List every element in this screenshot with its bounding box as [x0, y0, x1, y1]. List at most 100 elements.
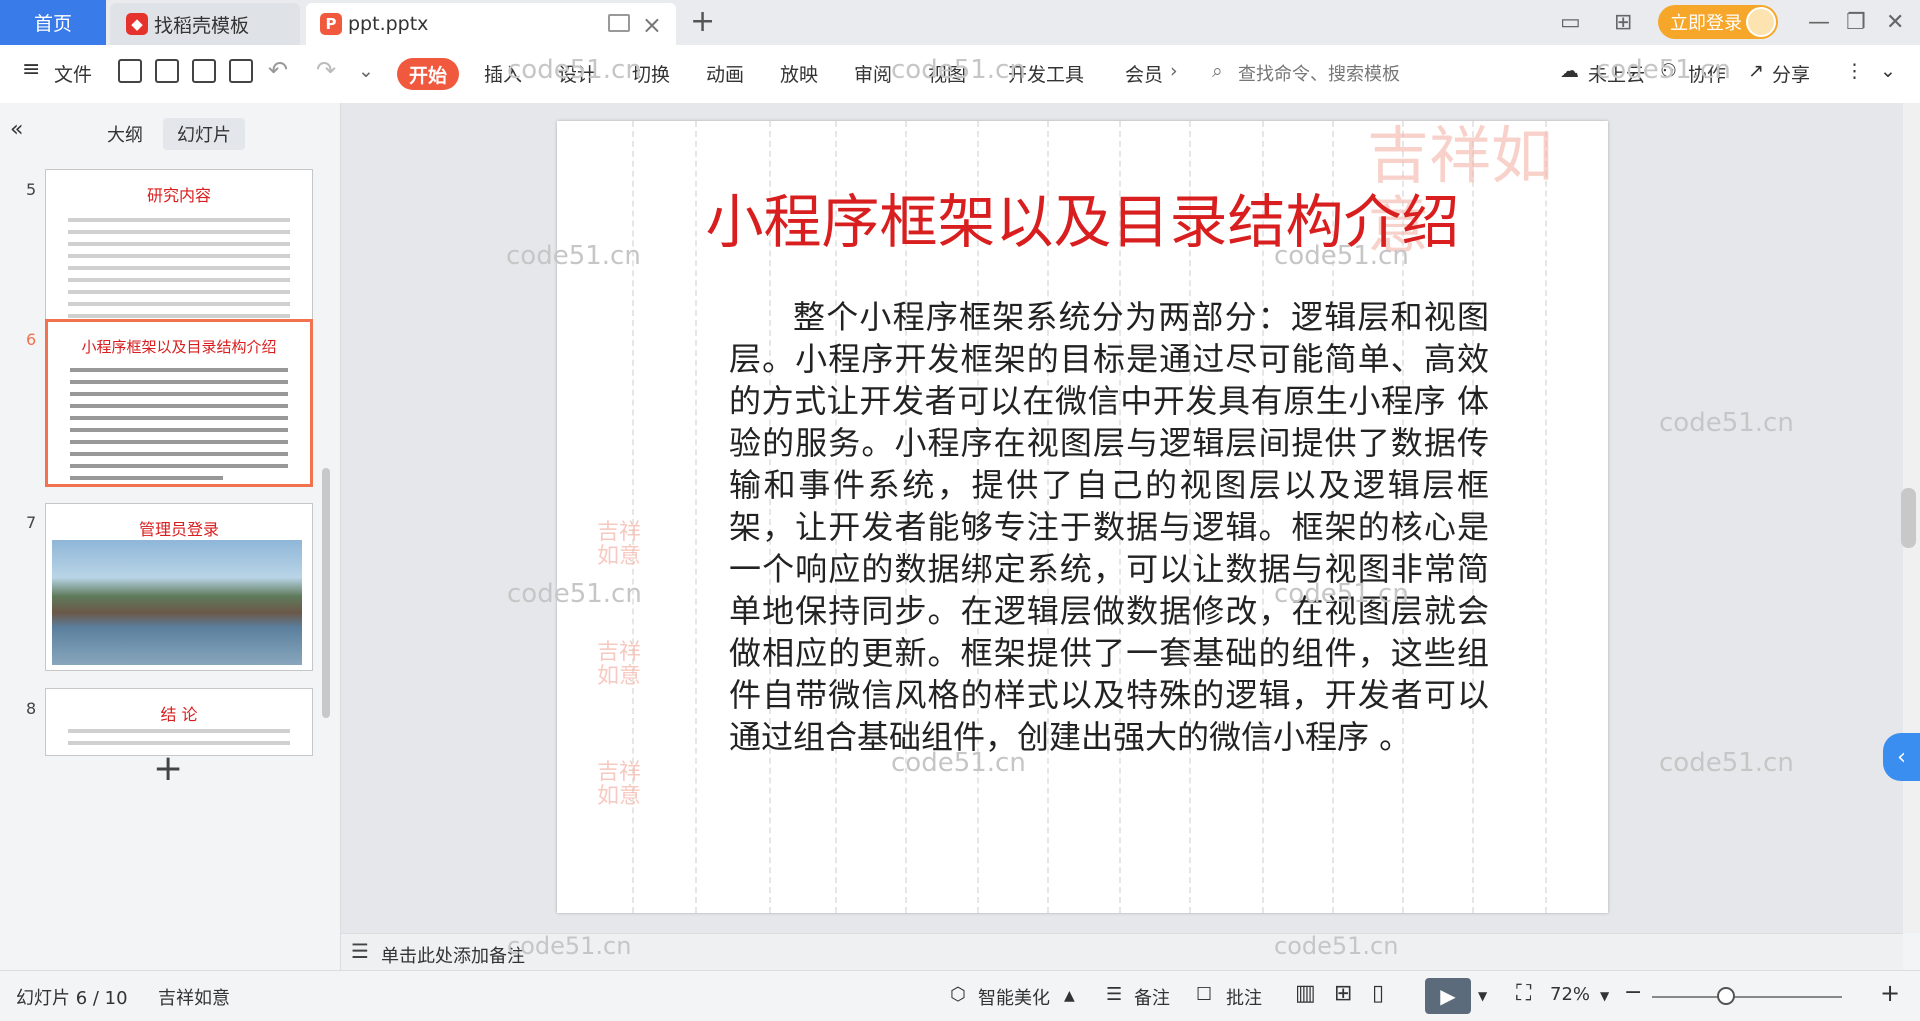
zoom-out-icon[interactable]: −	[1624, 980, 1642, 1005]
add-slide-plus-icon[interactable]: +	[153, 748, 183, 789]
zoom-slider-track[interactable]	[1652, 996, 1842, 998]
slide-thumbnail-6[interactable]: 小程序框架以及目录结构介绍	[45, 319, 313, 487]
seal-stamp-small: 吉祥如意	[597, 520, 642, 569]
thumb-title: 管理员登录	[138, 520, 219, 539]
notes-placeholder[interactable]: 单击此处添加备注	[381, 942, 525, 968]
theme-name[interactable]: 吉祥如意	[158, 984, 230, 1010]
side-panel-expand-icon[interactable]: ‹	[1883, 733, 1920, 781]
close-window-icon[interactable]: ✕	[1886, 10, 1904, 35]
thumb-title: 研究内容	[146, 186, 211, 205]
play-slideshow-button[interactable]: ▶	[1425, 978, 1471, 1014]
slide-editor: 吉祥如意 吉祥如意 吉祥如意 吉祥如意 小程序框架以及目录结构介绍 整个小程序框…	[341, 55, 1903, 933]
share-icon: ↗	[1748, 60, 1764, 82]
redo-icon[interactable]: ↷	[316, 56, 336, 84]
print-icon[interactable]	[192, 59, 216, 83]
thumb-title: 结 论	[160, 705, 198, 724]
thumb-number: 8	[26, 699, 37, 718]
tab-home-label: 首页	[33, 13, 72, 35]
login-button[interactable]: 立即登录	[1658, 5, 1778, 39]
watermark: code51.cn	[891, 748, 1026, 778]
tab-docer-label: 找稻壳模板	[154, 14, 250, 37]
slide-thumbnail-8[interactable]: 结 论	[45, 688, 313, 756]
editor-scroll-thumb[interactable]	[1901, 488, 1916, 548]
zoom-in-icon[interactable]: +	[1880, 979, 1900, 1007]
notes-toggle-button[interactable]: 备注	[1134, 984, 1170, 1010]
slide-canvas[interactable]: 吉祥如意 吉祥如意 吉祥如意 吉祥如意 小程序框架以及目录结构介绍 整个小程序框…	[557, 121, 1608, 913]
beautify-dropdown-icon[interactable]: ▲	[1064, 988, 1075, 1004]
play-dropdown-icon[interactable]: ▼	[1478, 989, 1487, 1003]
slides-panel: « 大纲 幻灯片 5 研究内容 6 小程序框架以及目录结构介绍 7 管理员登录 …	[0, 103, 341, 970]
layout-switch-icon[interactable]: ▭	[1560, 10, 1581, 35]
tab-home-start[interactable]: 开始	[397, 58, 459, 90]
tab-ppt-file[interactable]: P ppt.pptx ×	[306, 3, 676, 45]
undo-icon[interactable]: ↶	[268, 56, 288, 84]
new-tab-plus-icon[interactable]: +	[690, 4, 715, 39]
watermark: code51.cn	[1274, 932, 1399, 960]
export-pdf-icon[interactable]	[155, 59, 179, 83]
collapse-panel-icon[interactable]: «	[10, 117, 23, 142]
watermark: code51.cn	[891, 55, 1026, 85]
watermark: code51.cn	[507, 579, 642, 609]
thumb-number: 7	[26, 513, 37, 532]
tab-member[interactable]: 会员	[1125, 60, 1163, 87]
file-menu[interactable]: 文件	[54, 60, 92, 87]
print-preview-icon[interactable]	[229, 59, 253, 83]
thumb-photo	[52, 540, 302, 665]
beautify-icon: ⬡	[950, 984, 966, 1005]
watermark: code51.cn	[1274, 241, 1409, 271]
tab-animation[interactable]: 动画	[706, 60, 744, 87]
close-tab-icon[interactable]: ×	[642, 11, 662, 39]
search-icon: ⌕	[1212, 60, 1223, 82]
cloud-icon: ☁	[1560, 60, 1579, 82]
window-float-icon[interactable]	[608, 14, 630, 32]
tab-slides[interactable]: 幻灯片	[163, 118, 245, 150]
thumb-text-lines	[68, 218, 290, 332]
slide-title[interactable]: 小程序框架以及目录结构介绍	[557, 175, 1608, 259]
ppt-file-icon: P	[320, 13, 342, 35]
watermark: code51.cn	[1659, 408, 1794, 438]
normal-view-icon[interactable]: ▥	[1295, 981, 1316, 1006]
slide-counter: 幻灯片 6 / 10	[16, 988, 128, 1009]
ribbon-more-chevron-icon[interactable]: ›	[1170, 60, 1178, 82]
watermark: code51.cn	[507, 932, 632, 960]
share-button[interactable]: 分享	[1772, 60, 1810, 87]
tab-start-label: 开始	[408, 64, 447, 87]
collapse-ribbon-chevron-icon[interactable]: ⌄	[1880, 60, 1896, 82]
fit-window-icon[interactable]: ⛶	[1516, 981, 1531, 1006]
save-icon[interactable]	[118, 59, 142, 83]
slide-thumbnail-5[interactable]: 研究内容	[45, 169, 313, 333]
slide-thumbnail-7[interactable]: 管理员登录	[45, 503, 313, 671]
tab-slideshow[interactable]: 放映	[780, 60, 818, 87]
watermark: code51.cn	[506, 241, 641, 271]
more-options-icon[interactable]: ⋮	[1845, 60, 1864, 82]
notes-icon: ☰	[351, 939, 369, 963]
slide-body-text[interactable]: 整个小程序框架系统分为两部分：逻辑层和视图层。小程序开发框架的目标是通过尽可能简…	[729, 296, 1489, 758]
search-command-input[interactable]: 查找命令、搜索模板	[1238, 60, 1400, 86]
notes-toggle-icon: ☰	[1106, 984, 1123, 1005]
avatar	[1746, 7, 1776, 37]
panel-scrollbar[interactable]	[322, 468, 330, 718]
thumb-text-lines	[70, 368, 288, 484]
comment-button[interactable]: 批注	[1226, 984, 1262, 1010]
grid-apps-icon[interactable]: ⊞	[1614, 10, 1632, 35]
tab-review[interactable]: 审阅	[854, 60, 892, 87]
zoom-level[interactable]: 72%	[1550, 984, 1590, 1005]
zoom-dropdown-icon[interactable]: ▼	[1600, 989, 1609, 1003]
sorter-view-icon[interactable]: ⊞	[1334, 981, 1352, 1006]
watermark: code51.cn	[1274, 579, 1409, 609]
thumb-number: 5	[26, 180, 37, 199]
tab-home[interactable]: 首页	[0, 0, 106, 45]
watermark: code51.cn	[1596, 55, 1731, 85]
restore-icon[interactable]: ❐	[1846, 10, 1866, 35]
zoom-slider-knob[interactable]	[1717, 987, 1735, 1005]
quick-access-dropdown-icon[interactable]: ⌄	[358, 60, 374, 82]
tab-outline[interactable]: 大纲	[107, 121, 143, 147]
tab-docer-templates[interactable]: ◆ 找稻壳模板	[110, 3, 300, 45]
smart-beautify-button[interactable]: 智能美化	[978, 984, 1050, 1010]
login-label: 立即登录	[1670, 13, 1742, 34]
hamburger-menu-icon[interactable]: ≡	[22, 57, 40, 82]
watermark: code51.cn	[507, 55, 642, 85]
minimize-icon[interactable]: —	[1808, 10, 1830, 35]
notes-area[interactable]: ☰ 单击此处添加备注 code51.cn code51.cn	[341, 932, 1903, 971]
reading-view-icon[interactable]: ▯	[1372, 981, 1384, 1006]
